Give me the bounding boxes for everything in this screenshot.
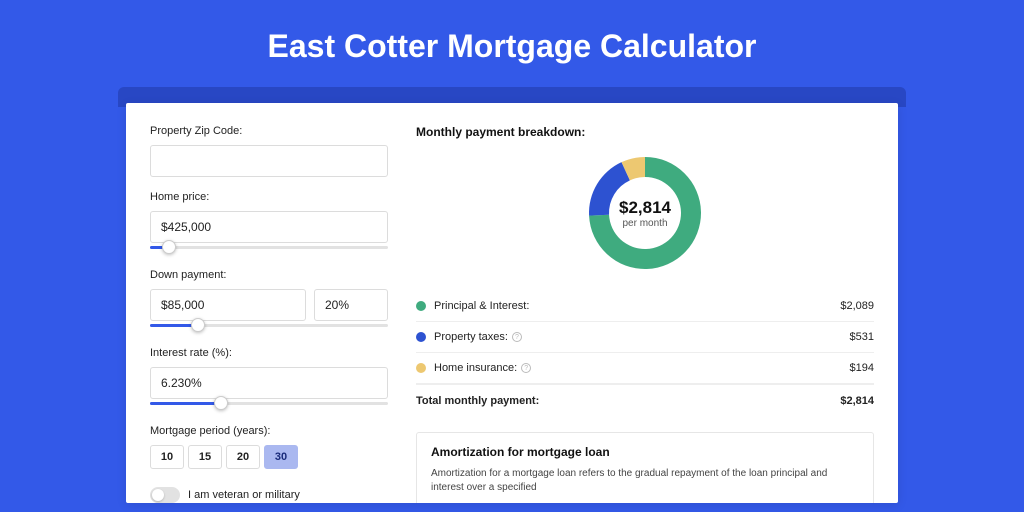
zip-input[interactable] bbox=[150, 145, 388, 177]
legend-total-label: Total monthly payment: bbox=[416, 395, 840, 407]
interest-field: Interest rate (%): bbox=[150, 347, 388, 411]
donut-center: $2,814 per month bbox=[585, 153, 705, 273]
legend-total-value: $2,814 bbox=[840, 395, 874, 407]
donut-chart: $2,814 per month bbox=[585, 153, 705, 273]
zip-label: Property Zip Code: bbox=[150, 125, 388, 137]
period-button-10[interactable]: 10 bbox=[150, 445, 184, 469]
donut-sub: per month bbox=[622, 218, 667, 229]
period-field: Mortgage period (years): 10152030 bbox=[150, 425, 388, 469]
home-price-label: Home price: bbox=[150, 191, 388, 203]
period-button-15[interactable]: 15 bbox=[188, 445, 222, 469]
inputs-column: Property Zip Code: Home price: Down paym… bbox=[150, 125, 388, 503]
legend-dot-icon bbox=[416, 363, 426, 373]
page-title: East Cotter Mortgage Calculator bbox=[0, 0, 1024, 87]
home-price-input[interactable] bbox=[150, 211, 388, 243]
amortization-box: Amortization for mortgage loan Amortizat… bbox=[416, 432, 874, 503]
down-payment-amount-input[interactable] bbox=[150, 289, 306, 321]
help-icon[interactable]: ? bbox=[512, 332, 522, 342]
interest-slider[interactable] bbox=[150, 397, 388, 411]
donut-amount: $2,814 bbox=[619, 198, 671, 218]
legend-dot-icon bbox=[416, 332, 426, 342]
legend-value: $531 bbox=[850, 331, 874, 343]
period-button-30[interactable]: 30 bbox=[264, 445, 298, 469]
calculator-card: Property Zip Code: Home price: Down paym… bbox=[126, 103, 898, 503]
legend-label: Property taxes:? bbox=[434, 331, 850, 343]
legend-label: Home insurance:? bbox=[434, 362, 850, 374]
down-payment-field: Down payment: bbox=[150, 269, 388, 333]
veteran-label: I am veteran or military bbox=[188, 489, 300, 501]
down-payment-percent-input[interactable] bbox=[314, 289, 388, 321]
amortization-text: Amortization for a mortgage loan refers … bbox=[431, 467, 859, 495]
legend-total-row: Total monthly payment: $2,814 bbox=[416, 384, 874, 416]
interest-input[interactable] bbox=[150, 367, 388, 399]
legend-row: Home insurance:?$194 bbox=[416, 353, 874, 384]
legend-row: Principal & Interest:$2,089 bbox=[416, 291, 874, 322]
zip-field: Property Zip Code: bbox=[150, 125, 388, 177]
down-payment-slider[interactable] bbox=[150, 319, 388, 333]
period-button-20[interactable]: 20 bbox=[226, 445, 260, 469]
help-icon[interactable]: ? bbox=[521, 363, 531, 373]
donut-chart-area: $2,814 per month bbox=[416, 153, 874, 273]
legend-row: Property taxes:?$531 bbox=[416, 322, 874, 353]
home-price-field: Home price: bbox=[150, 191, 388, 255]
legend-value: $2,089 bbox=[840, 300, 874, 312]
down-payment-label: Down payment: bbox=[150, 269, 388, 281]
amortization-title: Amortization for mortgage loan bbox=[431, 445, 859, 459]
veteran-toggle[interactable] bbox=[150, 487, 180, 503]
breakdown-title: Monthly payment breakdown: bbox=[416, 125, 874, 139]
period-buttons: 10152030 bbox=[150, 445, 388, 469]
veteran-row: I am veteran or military bbox=[150, 487, 388, 503]
home-price-slider[interactable] bbox=[150, 241, 388, 255]
legend-dot-icon bbox=[416, 301, 426, 311]
breakdown-column: Monthly payment breakdown: $2,814 per mo… bbox=[416, 125, 874, 503]
legend-value: $194 bbox=[850, 362, 874, 374]
legend-list: Principal & Interest:$2,089Property taxe… bbox=[416, 291, 874, 384]
period-label: Mortgage period (years): bbox=[150, 425, 388, 437]
legend-label: Principal & Interest: bbox=[434, 300, 840, 312]
interest-label: Interest rate (%): bbox=[150, 347, 388, 359]
